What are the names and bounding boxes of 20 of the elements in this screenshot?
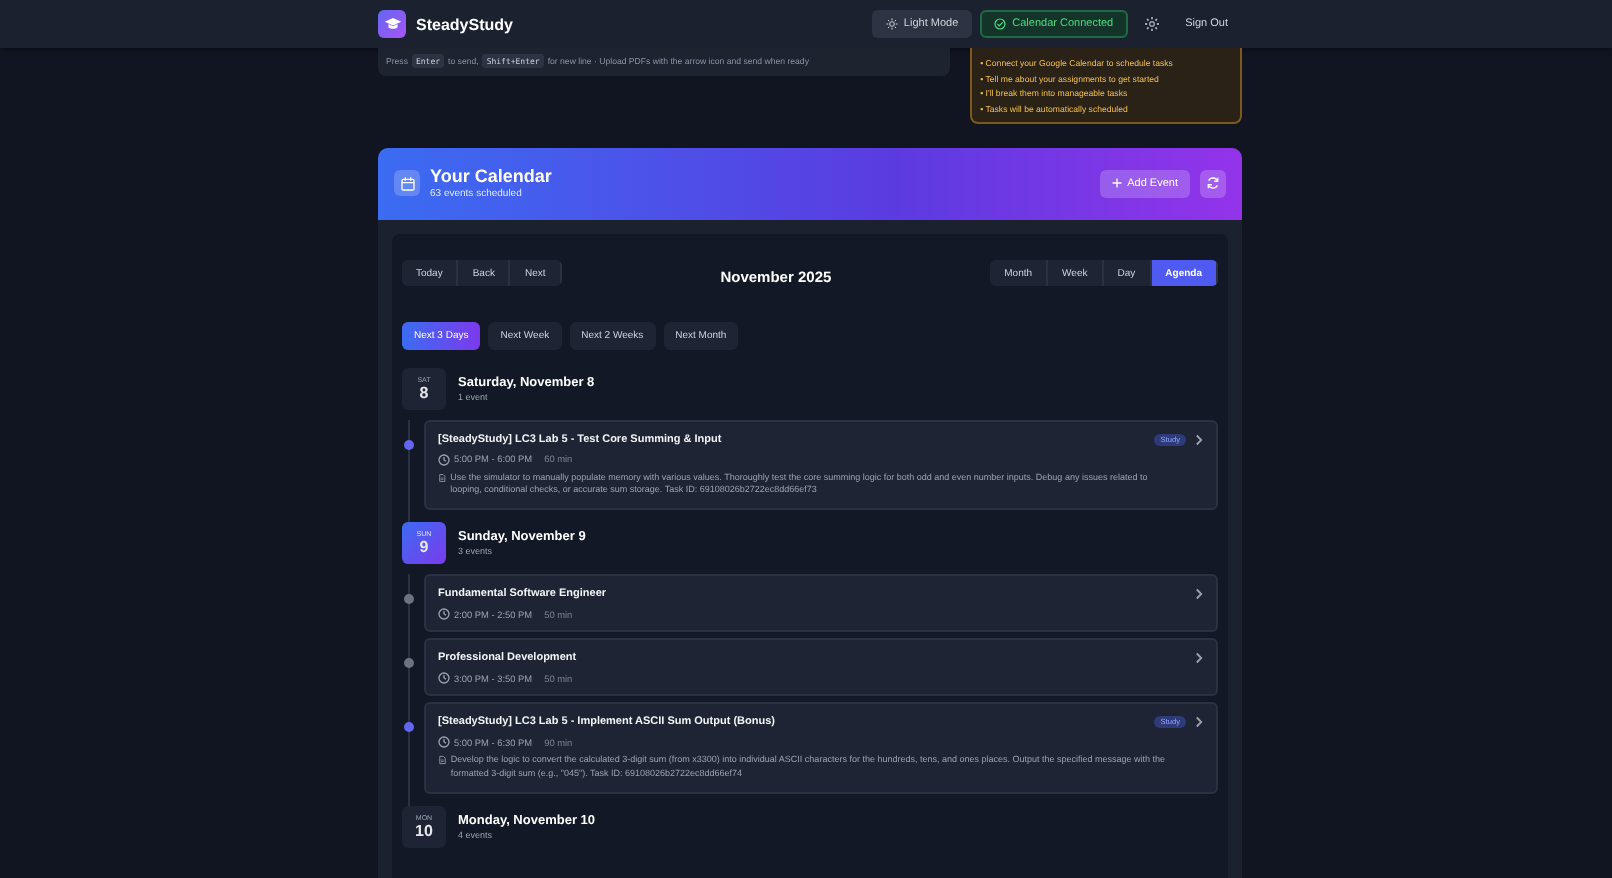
- calendar-icon: [394, 170, 420, 196]
- calendar-title: Your Calendar: [430, 166, 552, 186]
- sun-icon: [885, 18, 898, 30]
- graduation-cap-icon: [378, 10, 406, 38]
- plus-icon: [1111, 178, 1122, 188]
- document-icon: [438, 471, 447, 483]
- clock-icon: [438, 453, 450, 465]
- refresh-icon: [1206, 176, 1220, 190]
- clock-icon: [438, 736, 450, 748]
- chevron-right-icon[interactable]: [1194, 433, 1204, 445]
- chevron-right-icon[interactable]: [1194, 588, 1204, 600]
- chevron-right-icon[interactable]: [1194, 716, 1204, 728]
- check-circle-icon: [994, 18, 1007, 30]
- document-icon: [438, 754, 447, 766]
- clock-icon: [438, 608, 450, 620]
- chevron-right-icon[interactable]: [1194, 652, 1204, 664]
- refresh-button[interactable]: [1200, 169, 1226, 197]
- app-title: SteadyStudy: [416, 15, 513, 33]
- settings-icon[interactable]: [1143, 16, 1160, 32]
- clock-icon: [438, 672, 450, 684]
